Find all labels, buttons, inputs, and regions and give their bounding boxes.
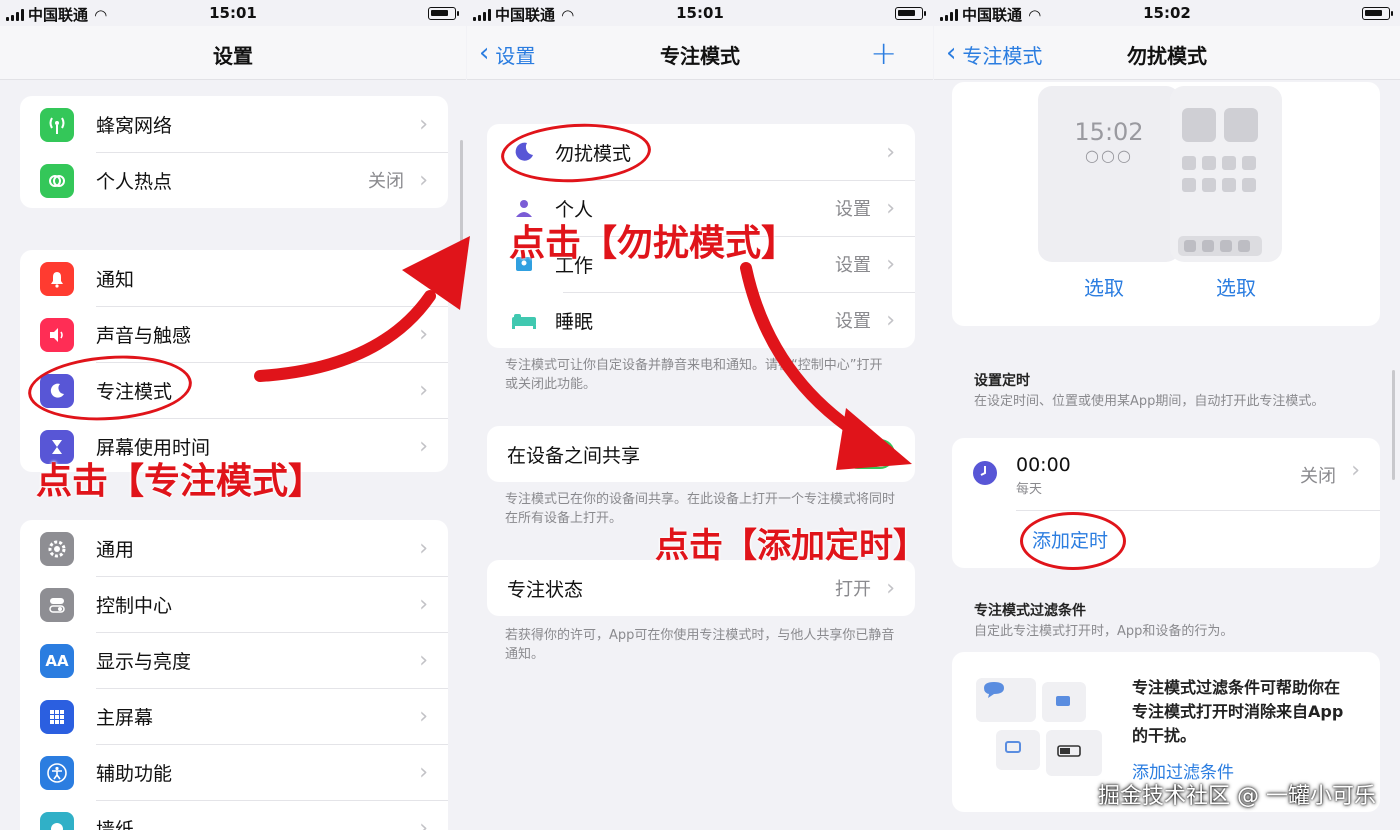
watermark: 掘金技术社区 @ 一罐小可乐	[1098, 784, 1376, 809]
tutorial-collage: 中国联通 ◠ 15:01 设置 蜂窝网络 › 个人热点 关闭 › 通知 声音与触…	[0, 0, 1400, 830]
arrow-to-dnd-screen-icon	[740, 262, 912, 470]
tutorial-arrows	[254, 236, 912, 470]
arrow-to-focus-screen-icon	[254, 236, 470, 382]
